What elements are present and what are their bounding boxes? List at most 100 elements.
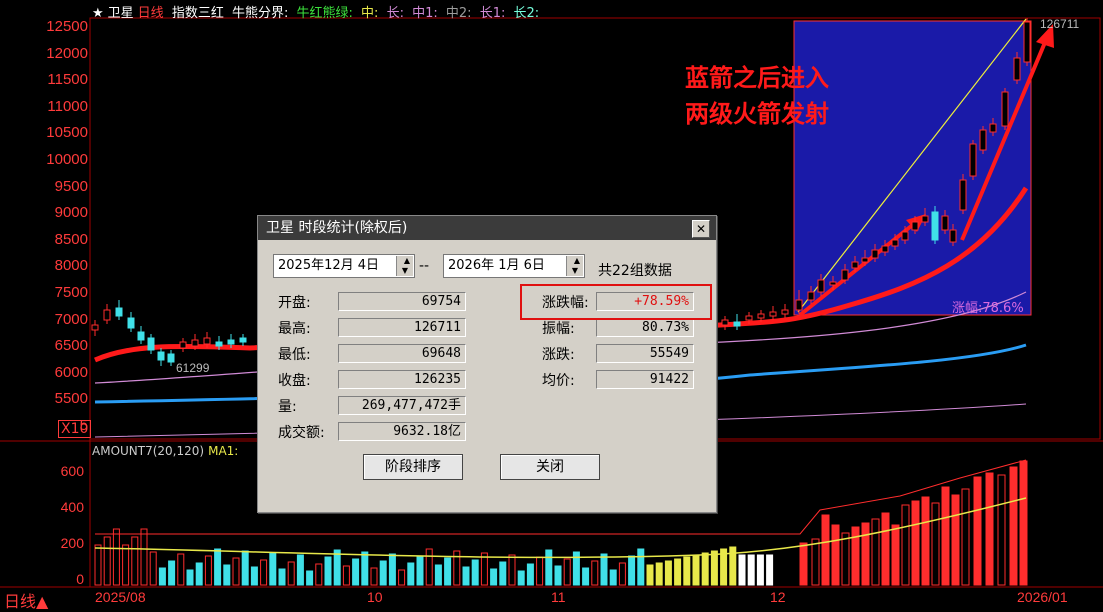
price-tick-label: 11500: [47, 71, 88, 89]
candle: [167, 350, 175, 366]
end-date-value: 2026年 1月 6日: [448, 258, 545, 273]
volume-bar: [655, 562, 663, 586]
volume-bar: [646, 564, 654, 586]
period-stats-dialog[interactable]: 卫星 时段统计(除权后) ✕ 2025年12月 4日 ▲ ▼ -- 2026年 1…: [257, 215, 717, 513]
volume-ma-label: MA1:: [208, 444, 239, 458]
volume-bar: [149, 551, 157, 586]
period-switch[interactable]: 日线▲: [4, 588, 48, 612]
price-tick-label: 5500: [54, 390, 88, 408]
volume-indicator-header: AMOUNT7(20,120) MA1:: [92, 444, 242, 458]
candle: [147, 334, 155, 354]
volume-indicator-name: AMOUNT7(20,120): [92, 444, 205, 458]
volume-bar: [140, 528, 148, 586]
stage-sort-button[interactable]: 阶段排序: [363, 454, 463, 480]
volume-bar: [499, 561, 507, 586]
stat-value: 69754: [338, 292, 466, 311]
price-tick-label: 9000: [54, 204, 88, 222]
candle: [959, 174, 967, 214]
stat-value: 91422: [596, 370, 694, 389]
star-icon: ★: [92, 6, 104, 21]
volume-bar: [766, 554, 774, 586]
volume-bar: [554, 565, 562, 586]
volume-bar: [861, 522, 870, 586]
volume-bar: [315, 563, 323, 586]
candle: [781, 304, 789, 318]
range-percent-label: 涨幅:78.6%: [952, 301, 1024, 316]
volume-bar: [674, 558, 682, 586]
volume-bar: [370, 567, 378, 586]
start-date-value: 2025年12月 4日: [278, 258, 380, 273]
volume-bar: [471, 559, 479, 586]
volume-bar: [324, 556, 332, 586]
end-date-picker[interactable]: 2026年 1月 6日 ▲ ▼: [443, 254, 585, 278]
volume-bar: [683, 556, 691, 586]
volume-bar: [756, 554, 764, 586]
mid-label: 中:: [361, 6, 379, 21]
indicator-header: ★ 卫星 日线 指数三红 牛熊分界: 牛红熊绿: 中: 长: 中1: 中2: 长1:…: [92, 2, 543, 21]
stat-value: 126235: [338, 370, 466, 389]
dialog-title[interactable]: 卫星 时段统计(除权后): [258, 216, 716, 240]
price-tick-label: 9500: [54, 177, 88, 195]
volume-bar: [526, 563, 534, 586]
stat-label: 最低:: [278, 347, 311, 363]
volume-bar: [563, 558, 571, 586]
stock-name: 卫星: [107, 6, 134, 21]
volume-bar: [214, 548, 222, 586]
stat-value: 69648: [338, 344, 466, 363]
date-label-3: 12: [770, 589, 786, 605]
volume-bar: [306, 570, 314, 586]
close-icon[interactable]: ✕: [692, 220, 710, 238]
indicator-name: 指数三红: [171, 6, 224, 21]
volume-bar: [398, 569, 406, 586]
volume-bar: [131, 536, 139, 586]
volume-tick-label: 400: [60, 499, 84, 515]
stat-label: 振幅:: [542, 321, 575, 337]
candle: [733, 314, 741, 330]
annotation-line-2: 两级火箭发射: [685, 100, 829, 128]
end-date-spinner[interactable]: ▲ ▼: [566, 256, 583, 276]
volume-bar: [600, 553, 608, 586]
volume-bar: [232, 557, 240, 586]
long2-label: 长2:: [513, 6, 540, 21]
long1-label: 长1:: [479, 6, 506, 21]
candle: [979, 126, 987, 154]
volume-bar: [985, 472, 994, 586]
x10-badge: X10: [58, 420, 92, 438]
start-date-picker[interactable]: 2025年12月 4日 ▲ ▼: [273, 254, 415, 278]
price-tick-label: 6000: [54, 363, 88, 381]
volume-tick-label: 200: [60, 535, 84, 551]
volume-bar: [536, 556, 544, 586]
long-label: 长:: [386, 6, 404, 21]
volume-bar: [407, 562, 415, 586]
volume-bar: [637, 548, 645, 586]
date-label-2: 11: [551, 589, 566, 605]
candle: [103, 304, 111, 324]
volume-bar: [342, 565, 350, 586]
volume-bar: [831, 524, 840, 586]
start-date-spinner[interactable]: ▲ ▼: [396, 256, 413, 276]
candle: [137, 326, 145, 344]
volume-bar: [901, 504, 910, 586]
volume-bar: [241, 550, 249, 586]
close-button[interactable]: 关闭: [500, 454, 600, 480]
volume-tick-label: 0: [76, 571, 84, 587]
volume-bar: [710, 550, 718, 586]
volume-bar: [388, 553, 396, 586]
volume-bar: [618, 562, 626, 586]
price-tick-label: 6500: [54, 337, 88, 355]
bull-bear-label: 牛熊分界:: [231, 6, 289, 21]
stat-label: 均价:: [542, 373, 575, 389]
mid2-label: 中2:: [445, 6, 472, 21]
volume-bar: [692, 554, 700, 586]
candle: [127, 312, 135, 332]
price-tick-label: 8000: [54, 257, 88, 275]
volume-bar: [379, 560, 387, 586]
volume-bar: [738, 554, 746, 586]
volume-bar: [851, 526, 860, 586]
volume-bar: [168, 560, 176, 586]
candle: [157, 348, 165, 366]
date-label-4: 2026/01: [1017, 589, 1068, 605]
candle: [239, 334, 247, 346]
volume-bar: [911, 500, 920, 586]
volume-bar: [94, 544, 102, 586]
